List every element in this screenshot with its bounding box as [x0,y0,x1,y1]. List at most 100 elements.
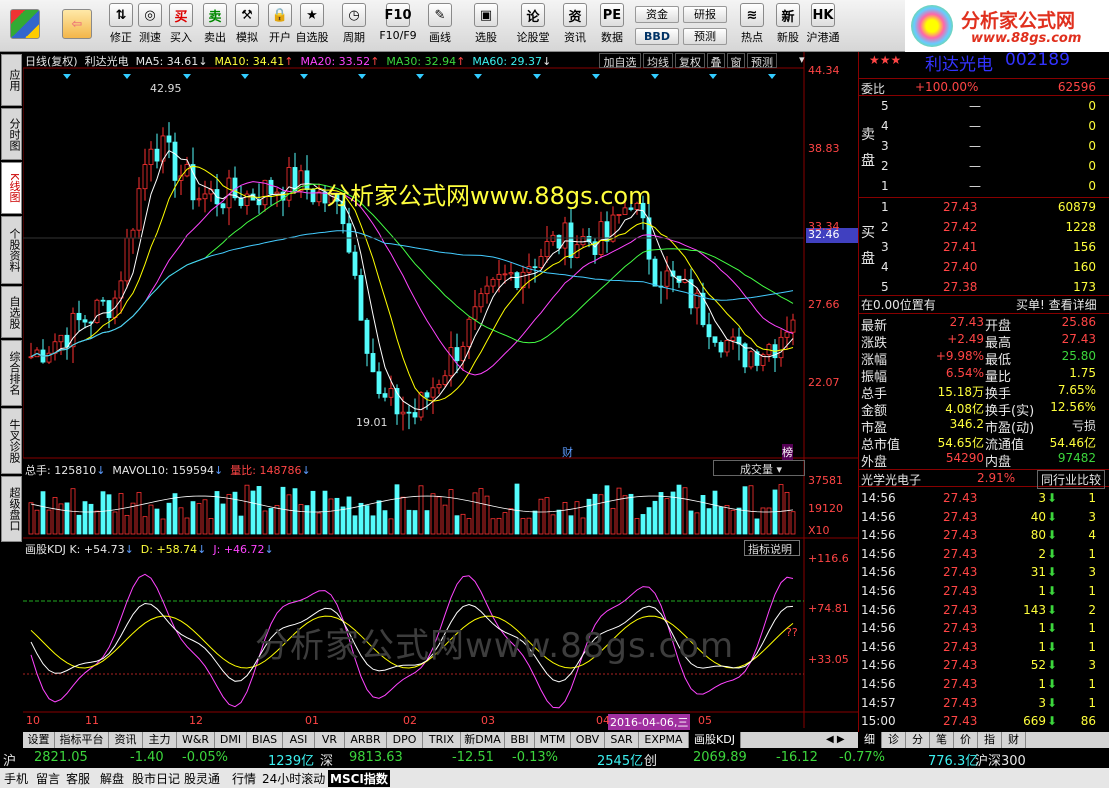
quote-tab-6[interactable]: 财 [1002,732,1026,748]
side-tab-4[interactable]: 自选股 [1,286,22,338]
kline-button-4[interactable]: 窗 [727,53,745,69]
indicator-tab-6[interactable]: BIAS [247,732,283,748]
ranking-marker[interactable]: 榜 [782,444,793,460]
tab-right-arrow-icon[interactable]: ▶ [837,734,845,745]
kline-button-5[interactable]: 预测 [747,53,777,69]
monitor-icon: ▣ [474,3,498,27]
side-tab-0[interactable]: 应用 [1,54,22,106]
hs300-label[interactable]: 沪深300 [975,750,1026,769]
side-tab-5[interactable]: 综合排名 [1,340,22,406]
status-item-5[interactable]: 股灵通 [184,770,220,787]
talk-icon: 论 [521,3,545,27]
kline-button-2[interactable]: 复权 [675,53,705,69]
toolbar-button-12[interactable]: 资资讯 [557,3,593,49]
quote-tab-4[interactable]: 价 [954,732,978,748]
toolbar-button-14[interactable]: ≋ 热点 [737,3,767,49]
tick-count: 1 [1088,639,1096,654]
sz-index[interactable]: 9813.63 [349,750,403,765]
bbd-button[interactable]: BBD [635,28,679,45]
toolbar-button-2[interactable]: 买买入 [166,3,196,49]
sell-volume: 0 [1088,139,1096,153]
indicator-tab-11[interactable]: TRIX [423,732,461,748]
kline-button-0[interactable]: 加自选 [599,53,641,69]
indicator-tab-4[interactable]: W&R [177,732,215,748]
sector-name[interactable]: 光学光电子 [861,471,921,488]
quote-tab-0[interactable]: 细 [858,732,882,748]
high-price-label: 42.95 [150,82,182,95]
down-arrow-icon: ⬇ [1047,714,1058,729]
indicator-select[interactable]: 成交量 ▾ [713,460,805,476]
sh-index[interactable]: 2821.05 [34,750,88,765]
status-item-4[interactable]: 股市日记 [132,770,180,787]
side-tab-6[interactable]: 牛叉诊股 [1,408,22,474]
kline-button-3[interactable]: 叠 [707,53,725,69]
side-tab-2[interactable]: K线图 [1,162,22,214]
status-item-6[interactable]: 行情 [232,770,256,787]
toolbar-button-9[interactable]: ✎ 画线 [420,3,460,49]
index-bar: 沪 2821.05 -1.40 -0.05% 1239亿 深 9813.63 -… [0,748,1109,769]
position-detail-link[interactable]: 买单! 查看详细 [1016,296,1097,313]
indicator-tab-0[interactable]: 设置 [23,732,55,748]
tick-price: 27.43 [943,528,978,543]
status-item-7[interactable]: 24小时滚动 [262,770,325,787]
toolbar-button-8[interactable]: F10 F10/F9 [379,3,417,49]
side-tab-7[interactable]: 超级盘口 [1,476,22,542]
fund-button[interactable]: 资金 [635,6,679,23]
finance-marker[interactable]: 财 [562,444,573,460]
cy-index[interactable]: 2069.89 [693,750,747,765]
f10-icon: F10 [385,3,412,27]
indicator-tab-5[interactable]: DMI [215,732,247,748]
status-item-0[interactable]: 手机 [4,770,28,787]
indicator-tab-2[interactable]: 资讯 [109,732,143,748]
side-tab-3[interactable]: 个股资料 [1,216,22,284]
indicator-tab-9[interactable]: ARBR [345,732,387,748]
quote-tab-5[interactable]: 指 [978,732,1002,748]
toolbar-button-11[interactable]: 论论股堂 [515,3,551,49]
period-label[interactable]: 日线(复权) [25,55,78,68]
indicator-tab-15[interactable]: OBV [571,732,605,748]
tick-volume: 1 [1038,621,1046,636]
tab-left-arrow-icon[interactable]: ◀ [826,734,834,745]
stock-name-label: 利达光电 [84,55,129,68]
indicator-tab-3[interactable]: 主力 [143,732,177,748]
indicator-tab-14[interactable]: MTM [535,732,571,748]
forecast-button[interactable]: 预测 [683,28,727,45]
indicator-tab-7[interactable]: ASI [283,732,315,748]
status-item-3[interactable]: 解盘 [100,770,124,787]
menu-grid-button[interactable] [6,3,44,49]
tab-scroll[interactable]: ◀ ▶ [822,732,858,748]
status-item-1[interactable]: 留言 [36,770,60,787]
kline-button-1[interactable]: 均线 [643,53,673,69]
indicator-tab-8[interactable]: VR [315,732,345,748]
down-arrow-icon: ⬇ [1047,621,1058,636]
x-axis-label-6: 04 [596,714,610,727]
sector-compare-button[interactable]: 同行业比较 [1037,470,1106,489]
indicator-tab-17[interactable]: EXPMA [639,732,689,748]
chevron-down-icon[interactable]: ▾ [799,53,805,66]
back-button[interactable]: ⇦ [60,3,94,49]
indicator-tab-1[interactable]: 指标平台 [55,732,109,748]
indicator-tab-18[interactable]: 画股KDJ [689,732,741,748]
toolbar-button-4[interactable]: ⚒ 模拟 [234,3,260,49]
toolbar-button-10[interactable]: ▣ 选股 [468,3,504,49]
quote-tab-1[interactable]: 诊 [882,732,906,748]
toolbar-button-3[interactable]: 卖卖出 [202,3,228,49]
status-item-2[interactable]: 客服 [66,770,90,787]
quote-tab-2[interactable]: 分 [906,732,930,748]
indicator-help-button[interactable]: 指标说明 [744,540,800,556]
indicator-tab-12[interactable]: 新DMA [461,732,505,748]
tick-price: 27.43 [943,602,978,617]
toolbar-button-16[interactable]: HK 沪港通 [806,3,840,49]
research-report-button[interactable]: 研报 [683,6,727,23]
tick-row: 15:00 27.43 669 ⬇ 86 [859,714,1109,732]
toolbar-button-6[interactable]: ★ 自选股 [296,3,329,49]
indicator-tab-13[interactable]: BBI [505,732,535,748]
toolbar-button-13[interactable]: PE 数据 [598,3,626,49]
toolbar-button-7[interactable]: ◷ 周期 [334,3,374,49]
status-item-8[interactable]: MSCI指数 [328,770,390,787]
side-tab-1[interactable]: 分时图 [1,108,22,160]
indicator-tab-10[interactable]: DPO [387,732,423,748]
quote-tab-3[interactable]: 笔 [930,732,954,748]
indicator-tab-16[interactable]: SAR [605,732,639,748]
x-axis-label-0: 10 [26,714,40,727]
